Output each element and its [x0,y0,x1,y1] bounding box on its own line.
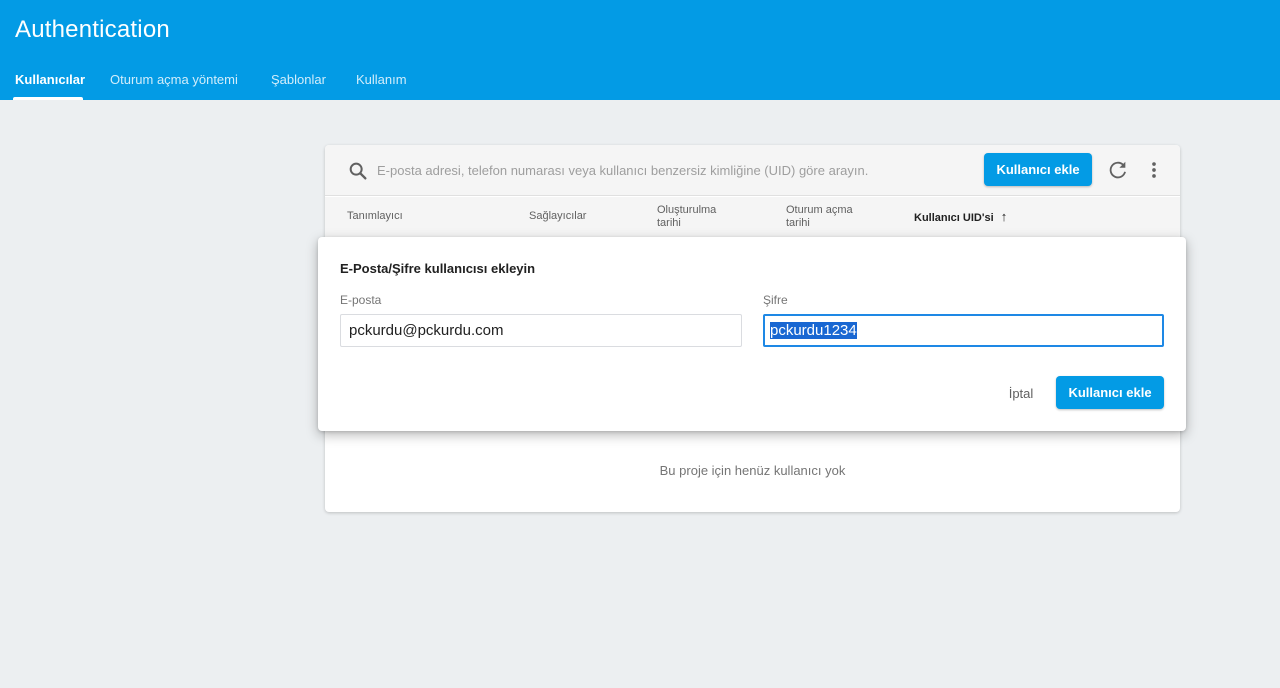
add-user-dialog: E-Posta/Şifre kullanıcısı ekleyin E-post… [318,237,1186,431]
email-field[interactable] [340,314,742,347]
column-uid-label: Kullanıcı UID'si [914,212,994,224]
add-user-button[interactable]: Kullanıcı ekle [984,153,1092,186]
column-uid[interactable]: Kullanıcı UID'si ↑ [914,210,1007,225]
password-field[interactable]: pckurdu1234 [763,314,1164,347]
cancel-button[interactable]: İptal [994,378,1048,408]
column-signed-in-line1: Oturum açma [786,204,853,216]
app-header: Authentication Kullanıcılar Oturum açma … [0,0,1280,100]
active-tab-indicator [13,97,83,100]
password-value-selected: pckurdu1234 [770,322,857,339]
search-icon [349,162,367,180]
empty-state-message: Bu proje için henüz kullanıcı yok [659,463,846,478]
refresh-icon[interactable] [1107,159,1129,181]
column-created-line2: tarihi [657,217,681,229]
column-signed-in[interactable]: Oturum açma tarihi [786,204,853,230]
sort-arrow-up-icon: ↑ [1000,209,1008,224]
search-input[interactable] [377,159,977,181]
tab-templates[interactable]: Şablonlar [271,72,326,87]
table-header: Tanımlayıcı Sağlayıcılar Oluşturulma tar… [325,197,1180,239]
column-providers[interactable]: Sağlayıcılar [529,210,586,223]
page-title: Authentication [15,16,170,43]
users-toolbar: Kullanıcı ekle [325,145,1180,196]
dialog-title: E-Posta/Şifre kullanıcısı ekleyin [340,261,536,276]
column-signed-in-line2: tarihi [786,217,810,229]
password-label: Şifre [763,293,788,307]
column-created[interactable]: Oluşturulma tarihi [657,204,716,230]
tab-sign-in-method[interactable]: Oturum açma yöntemi [110,72,238,87]
column-created-line1: Oluşturulma [657,204,717,216]
tab-users[interactable]: Kullanıcılar [15,72,85,87]
dialog-add-user-button[interactable]: Kullanıcı ekle [1056,376,1164,409]
more-vert-icon[interactable] [1143,159,1165,181]
tab-usage[interactable]: Kullanım [356,72,407,87]
email-label: E-posta [340,293,382,307]
column-identifier[interactable]: Tanımlayıcı [347,210,403,223]
